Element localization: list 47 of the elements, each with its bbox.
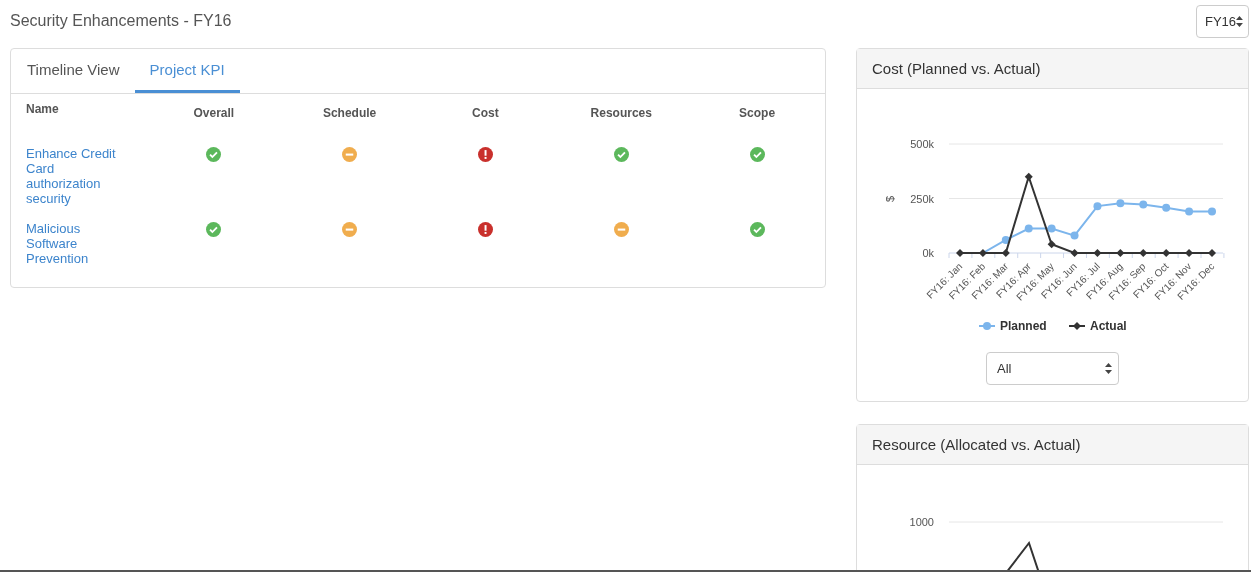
y-tick-label: 250k	[910, 192, 934, 205]
data-point	[1001, 249, 1010, 257]
filter-select[interactable]: All	[986, 352, 1119, 385]
project-link[interactable]: Enhance Credit Card authorization security	[26, 146, 124, 206]
column-header: Schedule	[322, 106, 377, 120]
data-point	[1070, 249, 1079, 257]
column-header: Cost	[472, 106, 499, 120]
data-point	[1208, 249, 1216, 257]
updown-caret-icon	[1236, 15, 1243, 27]
panel-title: Cost (Planned vs. Actual)	[872, 60, 1041, 77]
data-point	[1139, 200, 1148, 209]
data-point	[1116, 249, 1125, 257]
data-point	[1162, 249, 1171, 257]
legend-marker-icon	[978, 322, 996, 330]
column-header: Overall	[193, 106, 235, 120]
legend-marker-icon	[1068, 322, 1086, 330]
data-point	[1093, 249, 1102, 257]
panel-title: Resource (Allocated vs. Actual)	[872, 436, 1081, 453]
data-point	[1162, 203, 1171, 212]
y-tick-label: 500k	[910, 138, 934, 150]
updown-caret-icon	[1105, 363, 1112, 374]
data-point	[1047, 240, 1056, 249]
data-point	[956, 249, 964, 257]
column-header: Resources	[590, 106, 652, 120]
y-tick-label: 1000	[909, 516, 934, 528]
data-point	[1024, 172, 1033, 181]
tab[interactable]: Timeline View	[12, 49, 135, 93]
data-point	[1208, 207, 1216, 216]
data-point	[978, 249, 987, 257]
data-point	[1185, 249, 1194, 257]
column-header: Name	[26, 102, 59, 116]
y-axis-label: $	[884, 195, 896, 203]
year-select[interactable]: FY16	[1196, 4, 1249, 38]
data-point	[1047, 224, 1056, 233]
column-header: Scope	[739, 106, 776, 120]
data-point	[1024, 224, 1033, 233]
data-point	[1185, 207, 1194, 216]
data-point	[1070, 231, 1079, 240]
page-title: Security Enhancements - FY16	[10, 12, 232, 30]
data-point	[1001, 235, 1010, 244]
data-point	[1116, 199, 1125, 208]
y-tick-label: 0k	[922, 247, 934, 259]
legend-label[interactable]: Planned	[1000, 319, 1047, 333]
project-link[interactable]: Malicious Software Prevention	[26, 221, 124, 266]
data-point	[1139, 249, 1148, 257]
data-point	[1093, 202, 1102, 211]
legend-label[interactable]: Actual	[1090, 319, 1127, 333]
